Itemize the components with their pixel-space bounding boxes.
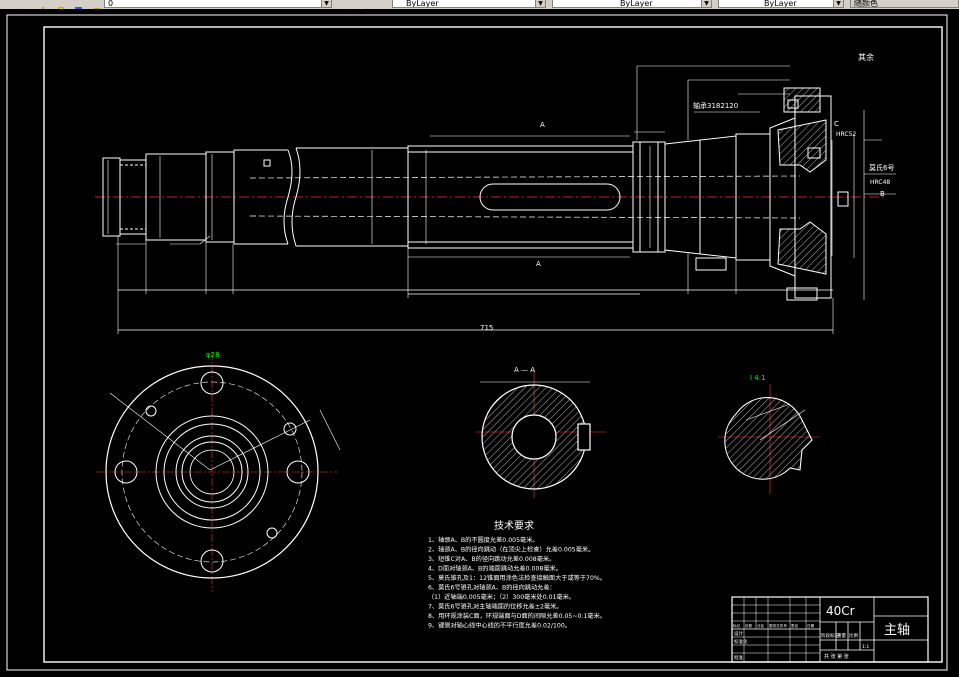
section-view-title: A — A [514,366,535,374]
designer-label: 设计 [734,630,743,637]
sheet-label: 共 张 第 张 [824,653,849,660]
label-c: C [834,120,839,128]
layer-previous-icon[interactable] [360,0,370,9]
roughness-note: 其余 [858,52,874,62]
section-mark-top: A [540,121,545,129]
tech-item: 2、轴颈A、B的径向跳动（在顶尖上检查）允差0.005毫米。 [428,546,594,554]
tech-item: 6、莫氏6号锥孔对轴颈A、B的径向跳动允差： [428,584,556,592]
label-b: B [880,190,885,198]
plotstyle-value: 随颜色 [854,0,878,8]
chevron-down-icon[interactable]: ▼ [701,0,711,7]
tech-item: 7、莫氏6号锥孔对主轴端面的位移允差±2毫米。 [428,603,563,611]
chevron-down-icon[interactable]: ▼ [535,0,545,7]
tech-item: （1）近轴端0.005毫米；（2）300毫米处0.01毫米。 [428,593,575,601]
color-value: ByLayer [406,0,439,8]
lineweight-combo[interactable]: ByLayer ▼ [718,0,844,8]
tech-item: 5、莫氏锥孔及1：12锥面用涂色法检查接触面大于或等于70%。 [428,574,606,582]
linetype-value: ByLayer [620,0,653,8]
lock-icon[interactable] [92,0,102,9]
row-label: 分区 [757,623,765,628]
sun-icon[interactable] [56,0,66,9]
overall-length: 715 [480,324,493,332]
tech-item: 3、短锥C对A、B的径向跳动允差0.008毫米。 [428,555,555,563]
row-label: 签名 [791,623,799,628]
layer-value: 0 [108,0,114,8]
layer-state-icon[interactable] [40,0,50,9]
linetype-combo[interactable]: ByLayer ▼ [552,0,712,8]
color-combo[interactable]: ByLayer ▼ [392,0,546,8]
lineweight-value: ByLayer [764,0,797,8]
layer-color-icon[interactable] [74,0,84,9]
row-label: 处数 [745,623,753,628]
scale-label: 比例 [849,632,858,639]
detail-view-title: I 4:1 [750,374,766,382]
approve-label: 批准 [734,654,743,661]
tech-item: 8、用环规涂装C面，环规端面与D面的间隙允差0.05~0.1毫米。 [428,612,606,620]
taper-label: 莫氏6号 [869,163,894,172]
bearing-label: 轴承3182120 [693,101,738,110]
material-label: 40Cr [826,604,855,618]
tech-requirements-title: 技术要求 [494,519,534,532]
row-label: 日期 [807,623,815,628]
drawing-canvas[interactable]: 其余 轴承3182120 A A C HRC52 莫氏6号 HRC48 B 71… [0,9,959,677]
tech-item: 4、D面对轴颈A、B的端面跳动允差0.008毫米。 [428,565,562,573]
flange-dim-top: φ28 [206,351,220,359]
hardness-2: HRC48 [870,179,890,186]
layer-manager-icon[interactable] [12,0,22,9]
layer-combo[interactable]: 0 ▼ [104,0,332,8]
hardness-1: HRC52 [836,131,856,138]
chevron-down-icon[interactable]: ▼ [833,0,843,7]
plotstyle-combo[interactable]: 随颜色 [850,0,959,8]
chevron-down-icon[interactable]: ▼ [321,0,331,7]
row-label: 更改文件号 [769,623,787,628]
scale-value: 1:1 [862,644,869,650]
tech-item: 9、键侧对轴心线中心线的不平行度允差0.02/100。 [428,622,571,630]
part-name: 主轴 [884,623,910,638]
make-current-layer-icon[interactable] [338,0,348,9]
row-label: 标记 [733,623,741,628]
tech-item: 1、轴颈A、B的不圆度允差0.005毫米。 [428,536,539,544]
standard-label: 标准化 [734,638,748,645]
weight-label: 重量 [837,632,846,639]
section-mark-bottom: A [536,260,541,268]
